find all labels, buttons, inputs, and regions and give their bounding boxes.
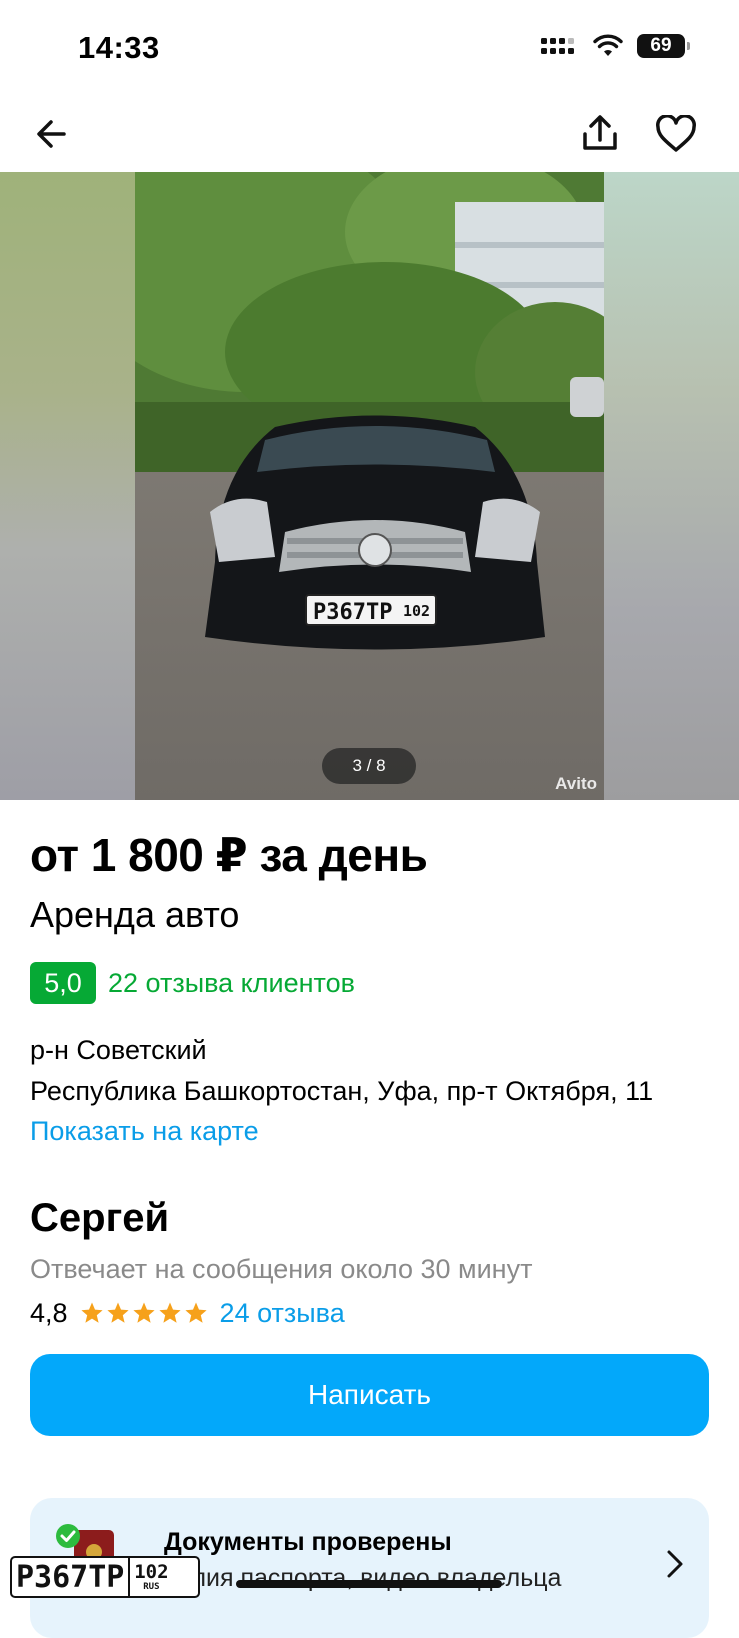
star-icon	[80, 1302, 103, 1323]
back-arrow-icon	[37, 120, 66, 148]
cellular-signal-icon	[541, 38, 574, 54]
status-icons: 69	[541, 34, 690, 58]
address: Республика Башкортостан, Уфа, пр-т Октяб…	[30, 1076, 654, 1106]
wifi-icon	[593, 34, 623, 56]
nav-bar	[0, 100, 739, 172]
home-indicator	[236, 1580, 502, 1588]
chevron-right-icon	[667, 1550, 683, 1578]
star-icon	[132, 1302, 155, 1323]
seller-reviews-link[interactable]: 24 отзыва	[220, 1298, 345, 1329]
plate-region-code: 102	[134, 1561, 169, 1583]
plate-region: 102 RUS	[130, 1562, 172, 1592]
gallery-side-blur	[0, 172, 135, 800]
listing-category: Аренда авто	[30, 894, 240, 935]
seller-response-time: Отвечает на сообщения около 30 минут	[30, 1254, 533, 1284]
show-on-map-link[interactable]: Показать на карте	[30, 1116, 259, 1147]
seller-rating-row: 4,8 24 отзыва	[30, 1296, 345, 1330]
seller-stars	[80, 1301, 208, 1325]
documents-subtitle: Копия паспорта, видео владельца	[164, 1564, 562, 1592]
heart-icon	[656, 115, 696, 152]
plate-number: Р367ТР	[12, 1558, 131, 1596]
rating-badge: 5,0	[30, 962, 96, 1004]
car-photo[interactable]: Р367ТР 102	[135, 172, 604, 800]
documents-title: Документы проверены	[164, 1528, 452, 1556]
battery-icon: 69	[637, 34, 690, 58]
license-plate-badge: Р367ТР 102 RUS	[10, 1556, 200, 1598]
photo-plate-region: 102	[403, 602, 430, 620]
reviews-link[interactable]: 22 отзыва клиентов	[108, 968, 355, 999]
status-bar: 14:33 69	[0, 0, 739, 100]
favorite-button[interactable]	[648, 106, 704, 162]
photo-counter[interactable]: 3 / 8	[322, 748, 416, 784]
status-time: 14:33	[78, 30, 160, 65]
star-icon	[184, 1302, 207, 1323]
avito-watermark: Avito	[555, 774, 597, 793]
photo-gallery[interactable]: Р367ТР 102 3 / 8 Avito	[0, 172, 739, 800]
star-icon	[106, 1302, 129, 1323]
plate-country: RUS	[143, 1582, 160, 1592]
share-button[interactable]	[572, 106, 628, 162]
share-icon	[583, 115, 617, 150]
district: р-н Советский	[30, 1035, 207, 1065]
write-message-button[interactable]: Написать	[30, 1354, 709, 1436]
seller-name[interactable]: Сергей	[30, 1196, 169, 1241]
back-button[interactable]	[24, 106, 80, 162]
seller-score: 4,8	[30, 1297, 68, 1328]
rating-row: 5,0 22 отзыва клиентов	[30, 962, 355, 1004]
gallery-side-blur	[604, 172, 739, 800]
photo-plate-text: Р367ТР	[313, 600, 392, 625]
car-photo-illustration: Р367ТР 102	[135, 172, 604, 800]
price: от 1 800 ₽ за день	[30, 829, 428, 881]
star-icon	[158, 1302, 181, 1323]
